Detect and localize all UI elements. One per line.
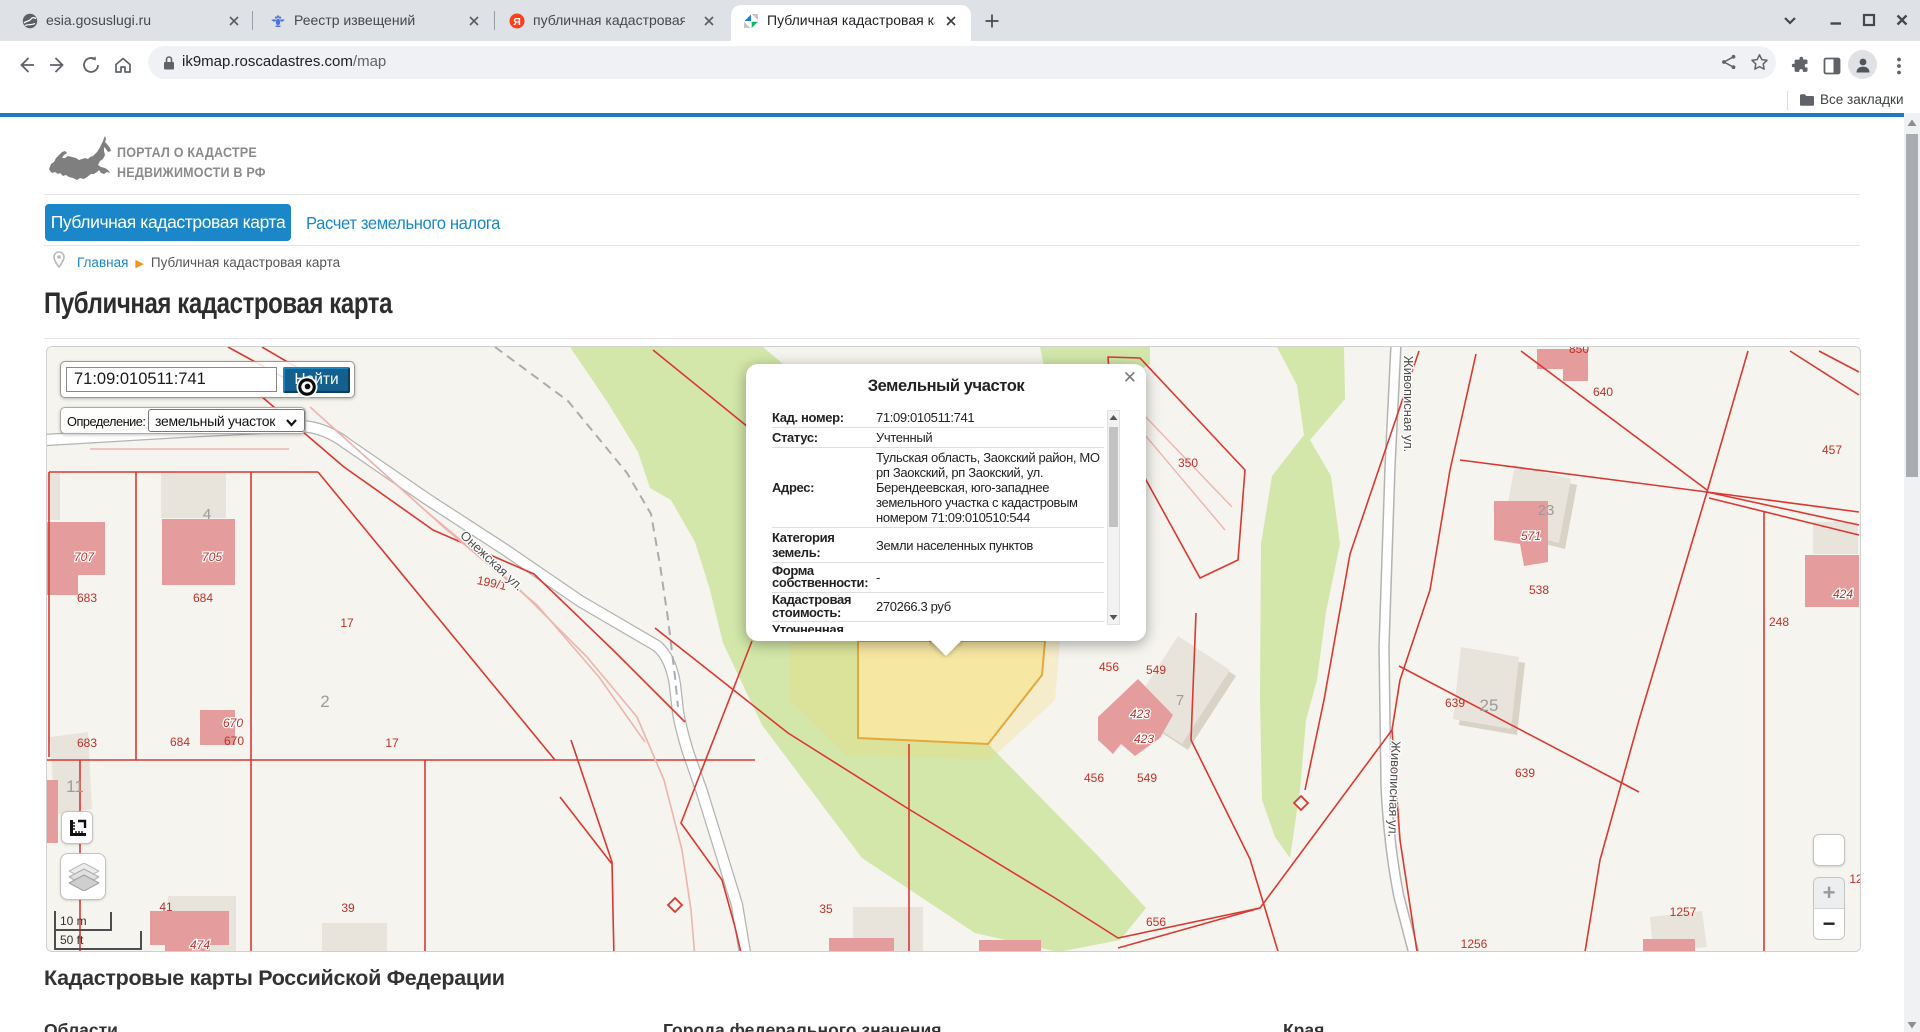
svg-text:670: 670 bbox=[223, 716, 243, 730]
svg-text:670: 670 bbox=[224, 734, 244, 748]
svg-text:683: 683 bbox=[77, 736, 97, 750]
svg-text:39: 39 bbox=[341, 901, 355, 915]
svg-text:4: 4 bbox=[203, 506, 211, 523]
svg-text:7: 7 bbox=[1176, 692, 1184, 709]
svg-text:Я: Я bbox=[513, 16, 521, 28]
svg-text:683: 683 bbox=[77, 591, 97, 605]
svg-text:2: 2 bbox=[320, 692, 329, 711]
svg-text:Живописная ул.: Живописная ул. bbox=[1401, 356, 1416, 453]
svg-text:1256: 1256 bbox=[1461, 937, 1488, 951]
svg-text:456: 456 bbox=[1099, 660, 1119, 674]
svg-text:571: 571 bbox=[1521, 529, 1541, 543]
svg-text:11: 11 bbox=[66, 777, 84, 796]
svg-text:684: 684 bbox=[193, 591, 213, 605]
svg-text:12: 12 bbox=[1849, 872, 1860, 886]
svg-text:41: 41 bbox=[159, 900, 173, 914]
svg-text:457: 457 bbox=[1822, 443, 1842, 457]
svg-text:549: 549 bbox=[1137, 771, 1157, 785]
svg-text:350: 350 bbox=[1178, 456, 1198, 470]
svg-text:549: 549 bbox=[1146, 663, 1166, 677]
svg-text:248: 248 bbox=[1769, 615, 1789, 629]
svg-text:423: 423 bbox=[1134, 732, 1154, 746]
svg-text:35: 35 bbox=[819, 902, 833, 916]
svg-text:656: 656 bbox=[1146, 915, 1166, 929]
svg-text:25: 25 bbox=[1480, 696, 1499, 715]
svg-text:423: 423 bbox=[1130, 707, 1150, 721]
svg-text:424: 424 bbox=[1833, 587, 1853, 601]
svg-text:17: 17 bbox=[340, 616, 354, 630]
svg-text:640: 640 bbox=[1593, 385, 1613, 399]
svg-text:707: 707 bbox=[74, 550, 95, 564]
svg-text:474: 474 bbox=[190, 938, 210, 951]
svg-text:50 ft: 50 ft bbox=[60, 933, 84, 947]
svg-text:850: 850 bbox=[1569, 347, 1589, 356]
svg-text:23: 23 bbox=[1538, 502, 1555, 519]
svg-text:639: 639 bbox=[1445, 696, 1465, 710]
svg-text:1257: 1257 bbox=[1670, 905, 1697, 919]
svg-text:10 m: 10 m bbox=[60, 914, 87, 928]
svg-text:684: 684 bbox=[170, 735, 190, 749]
svg-text:639: 639 bbox=[1515, 766, 1535, 780]
svg-text:538: 538 bbox=[1529, 583, 1549, 597]
svg-text:456: 456 bbox=[1084, 771, 1104, 785]
svg-text:17: 17 bbox=[385, 736, 399, 750]
svg-text:705: 705 bbox=[202, 550, 222, 564]
